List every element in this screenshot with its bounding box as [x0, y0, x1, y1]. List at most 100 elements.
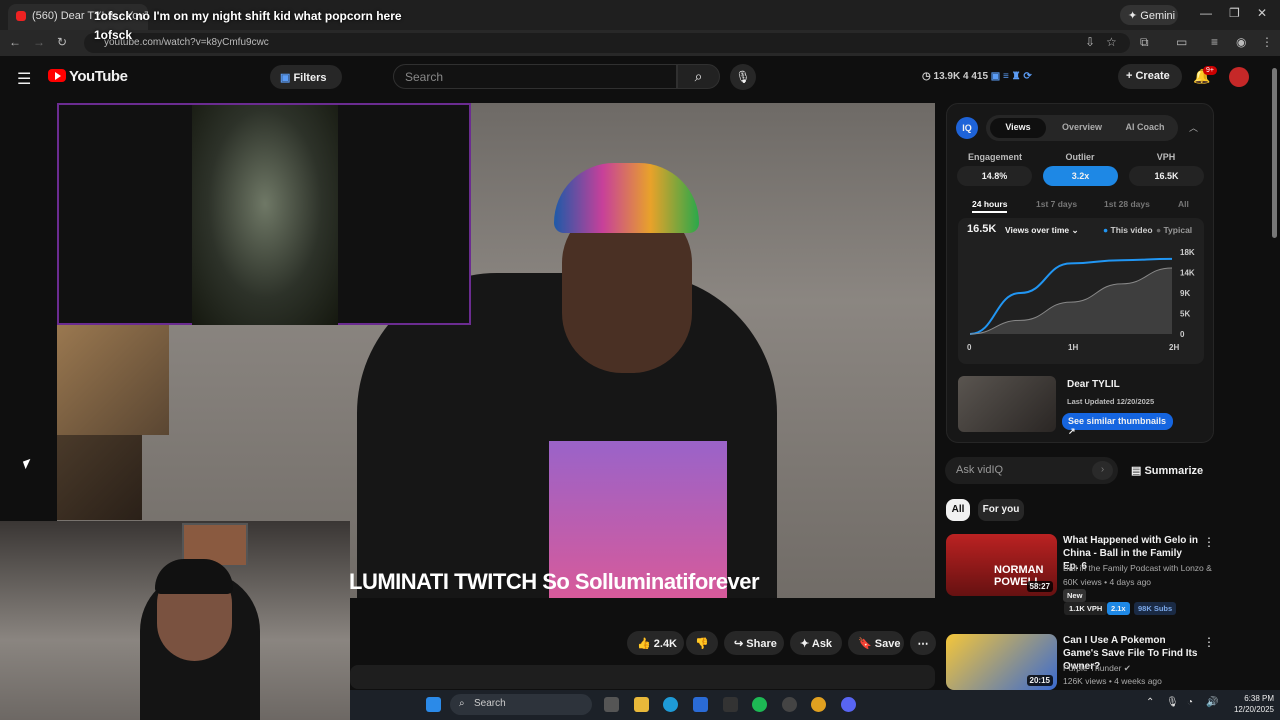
address-bar[interactable]: youtube.com/watch?v=k8yCmfu9cwc	[84, 33, 1130, 53]
notification-badge: 9+	[1203, 66, 1217, 75]
microphone-icon[interactable]: 🎙	[730, 64, 756, 90]
vidiq-stats: ◷ 13.9K 4 415 ▣ ≡ ♜ ⟳	[922, 67, 1102, 87]
gemini-icon: ✦	[1128, 10, 1141, 22]
filters-button[interactable]: ▣ Filters	[270, 65, 342, 89]
chrome-icon[interactable]	[811, 697, 826, 712]
send-arrow-icon[interactable]: ›	[1092, 461, 1113, 480]
file-explorer-icon[interactable]	[634, 697, 649, 712]
sparkle-icon: ✦	[800, 638, 812, 650]
summarize-button[interactable]: ▤ Summarize	[1131, 464, 1203, 477]
search-input[interactable]: Search	[393, 64, 677, 89]
tab-ai-coach[interactable]: AI Coach	[1116, 118, 1174, 138]
microphone-tray-icon[interactable]: 🎙	[1166, 697, 1179, 708]
chip-all[interactable]: All	[946, 499, 970, 521]
spotify-icon[interactable]	[752, 697, 767, 712]
bookmark-star-icon[interactable]: ☆	[1106, 35, 1117, 49]
dislike-button[interactable]: 👎	[686, 631, 718, 655]
windows-start-icon[interactable]	[426, 697, 441, 712]
profile-icon[interactable]: ◉	[1236, 35, 1246, 49]
vidiq-icon[interactable]: ▣ ≡ ♜ ⟳	[991, 71, 1032, 82]
views-dropdown[interactable]: Views over time ⌄	[1005, 225, 1079, 236]
range-28-days[interactable]: 1st 28 days	[1104, 199, 1150, 209]
volume-icon[interactable]: 🔊	[1206, 697, 1218, 708]
cast-icon[interactable]: ▭	[1176, 35, 1187, 49]
metric-vph-value: 16.5K	[1129, 166, 1204, 186]
filters-label: Filters	[293, 72, 327, 84]
close-icon[interactable]: ✕	[1257, 6, 1267, 20]
search-icon[interactable]: ⌕	[677, 64, 720, 89]
tray-chevron-icon[interactable]: ⌃	[1146, 697, 1154, 708]
taskbar-search[interactable]: Search	[450, 694, 592, 715]
save-button[interactable]: 🔖 Save	[848, 631, 904, 655]
related-channel[interactable]: Ball in the Family Podcast with Lonzo & …	[1063, 563, 1213, 573]
app-icon[interactable]	[723, 697, 738, 712]
youtube-logo[interactable]: YouTube	[48, 68, 128, 86]
metric-engagement-label: Engagement	[967, 152, 1022, 162]
back-icon[interactable]: ←	[9, 35, 21, 49]
forward-icon[interactable]: →	[33, 35, 45, 49]
obs-icon[interactable]	[782, 697, 797, 712]
task-view-icon[interactable]	[604, 697, 619, 712]
maximize-icon[interactable]: ❐	[1229, 6, 1240, 20]
gemini-button[interactable]: ✦ Gemini	[1120, 5, 1178, 25]
external-link-icon: ↗	[1068, 426, 1076, 436]
range-24-hours[interactable]: 24 hours	[972, 199, 1008, 213]
discord-icon[interactable]	[841, 697, 856, 712]
avatar[interactable]	[1229, 67, 1249, 87]
media-icon[interactable]: ≡	[1211, 35, 1218, 49]
like-count: 2.4K	[653, 638, 678, 650]
tab-overview[interactable]: Overview	[1054, 118, 1110, 138]
screenshare-overlay	[57, 103, 471, 325]
logo-text: YouTube	[69, 68, 128, 85]
collapse-chevron-icon[interactable]: ︿	[1189, 121, 1198, 134]
tab-views[interactable]: Views	[990, 118, 1046, 138]
last-updated: Last Updated 12/20/2025	[1067, 397, 1155, 406]
share-button[interactable]: ↪ Share	[724, 631, 784, 655]
stream-chat-user: 1ofsck	[94, 28, 133, 42]
chip-for-you[interactable]: For you	[978, 499, 1024, 521]
create-button[interactable]: + Create	[1118, 64, 1182, 89]
reload-icon[interactable]: ↻	[57, 35, 67, 49]
range-7-days[interactable]: 1st 7 days	[1036, 199, 1077, 209]
hamburger-menu-icon[interactable]: ☰	[17, 69, 31, 89]
x-tick-label: 2H	[1169, 343, 1179, 352]
y-tick-label: 14K	[1180, 269, 1195, 278]
more-actions-icon[interactable]: ⋯	[910, 631, 936, 655]
taskbar-search-icon: ⌕	[459, 698, 465, 709]
metric-vph-label: VPH	[1156, 152, 1176, 162]
minimize-icon[interactable]: —	[1200, 6, 1212, 20]
install-icon[interactable]: ⇩	[1085, 35, 1095, 49]
store-icon[interactable]	[693, 697, 708, 712]
related-meta: 60K views • 4 days ago	[1063, 577, 1152, 587]
range-all[interactable]: All	[1178, 199, 1189, 209]
edge-icon[interactable]	[663, 697, 678, 712]
summarize-icon: ▤	[1131, 465, 1145, 477]
more-options-icon[interactable]: ⋮	[1203, 635, 1215, 649]
legend-typical: ● Typical	[1156, 225, 1192, 235]
legend-dot-icon: ●	[1103, 225, 1111, 235]
bookmark-icon: 🔖	[858, 638, 875, 650]
legend-this-video: ● This video	[1103, 225, 1153, 235]
vidiq-video-title: Dear TYLIL	[1067, 379, 1120, 390]
wifi-icon[interactable]: ◔	[1187, 697, 1193, 708]
menu-dots-icon[interactable]: ⋮	[1261, 35, 1273, 49]
stats-values: 13.9K 4 415	[933, 71, 989, 82]
related-thumbnail[interactable]: 20:15	[946, 634, 1057, 690]
scrollbar-thumb[interactable]	[1272, 68, 1277, 238]
related-channel[interactable]: Purple Thunder ✔	[1063, 663, 1213, 674]
x-tick-label: 1H	[1068, 343, 1078, 352]
more-options-icon[interactable]: ⋮	[1203, 535, 1215, 549]
clock-time: 6:38 PM	[1244, 694, 1274, 703]
like-button[interactable]: 👍 2.4K	[627, 631, 684, 655]
see-similar-thumbnails-button[interactable]: See similar thumbnails ↗	[1062, 413, 1173, 436]
description-box[interactable]	[350, 665, 935, 689]
related-thumbnail[interactable]: NORMAN POWELL 58:27	[946, 534, 1057, 596]
mouse-cursor-icon	[22, 458, 34, 470]
metric-engagement-value: 14.8%	[957, 166, 1032, 186]
extensions-icon[interactable]: ⧉	[1140, 35, 1149, 50]
sketch-artwork-2	[57, 435, 142, 520]
taskbar-clock[interactable]: 6:38 PM 12/20/2025	[1226, 693, 1274, 715]
create-label: Create	[1135, 70, 1170, 82]
ask-button[interactable]: ✦ Ask	[790, 631, 842, 655]
metric-outlier-value[interactable]: 3.2x	[1043, 166, 1118, 186]
